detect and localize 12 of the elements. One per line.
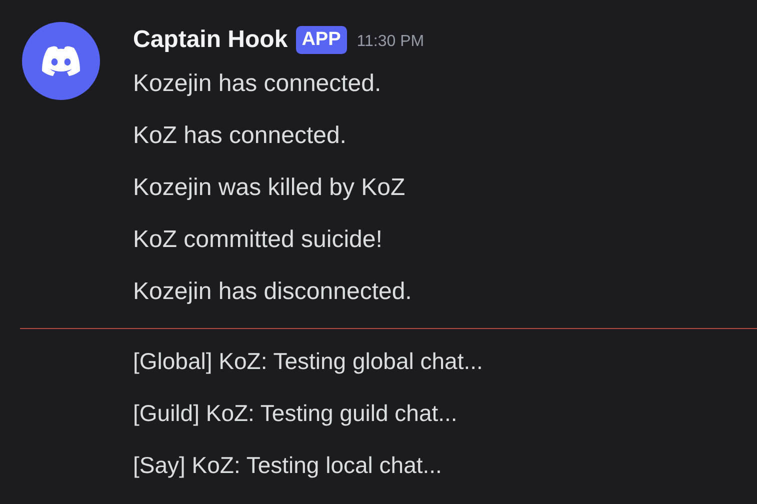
message-text: Kozejin has disconnected. [133,277,412,307]
message-text: Kozejin has connected. [133,69,382,99]
app-tag: APP [296,26,347,54]
chat-message: [Say] KoZ: Testing local chat... [133,450,442,480]
message-text: Kozejin was killed by KoZ [133,173,406,203]
message-text: KoZ has connected. [133,121,346,151]
message-text: KoZ committed suicide! [133,225,382,255]
timestamp: 11:30 PM [356,32,424,52]
chat-message: [Global] KoZ: Testing global chat... [133,346,483,376]
logo-icon [40,45,82,77]
author-name[interactable]: Captain Hook [133,22,288,58]
chat-message: [Guild] KoZ: Testing guild chat... [133,398,458,428]
